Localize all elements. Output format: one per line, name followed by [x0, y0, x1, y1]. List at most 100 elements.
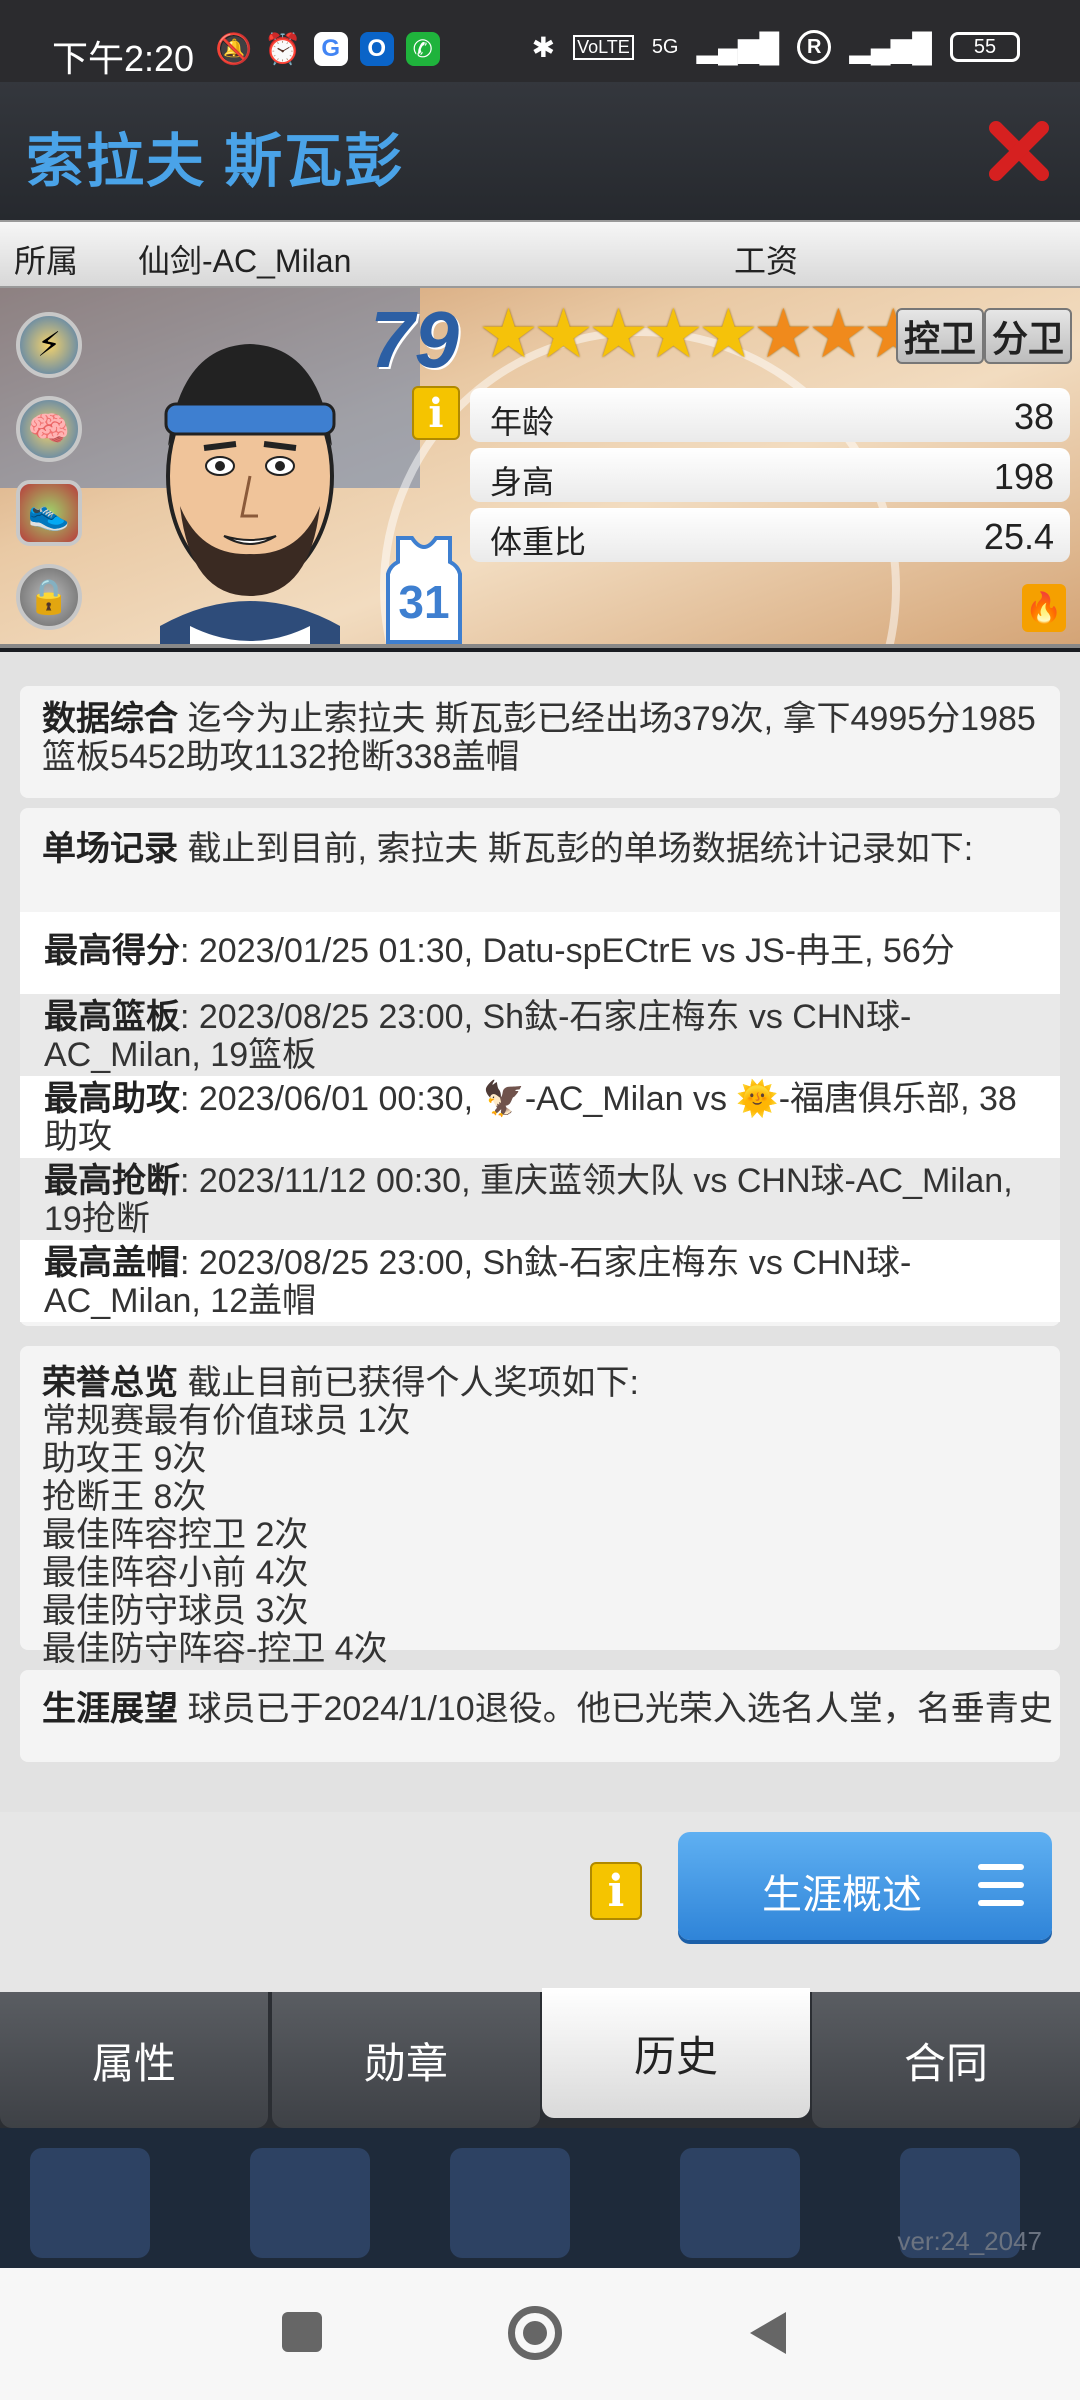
record-label: 最高助攻 [44, 1080, 180, 1118]
record-row: 最高盖帽: 2023/08/25 23:00, Sh鈦-石家庄梅东 vs CHN… [20, 1240, 1060, 1322]
star-icon: ★ [697, 296, 759, 372]
honor-item: 最佳防守球员 3次 [42, 1592, 309, 1630]
team-value: 仙剑-AC_Milan [138, 243, 352, 279]
player-avatar [160, 344, 340, 644]
version-label: ver:24_2047 [897, 2226, 1042, 2256]
honors-card: 荣誉总览 截止目前已获得个人奖项如下: 常规赛最有价值球员 1次 助攻王 9次 … [20, 1346, 1060, 1668]
stat-value: 198 [993, 456, 1054, 497]
google-icon: G [313, 32, 348, 66]
honors-header: 荣誉总览 截止目前已获得个人奖项如下: [42, 1364, 1038, 1402]
stat-age: 年龄 38 [470, 388, 1070, 442]
trophy-nav-icon [680, 2148, 800, 2258]
career-overview-button[interactable]: 生涯概述 [678, 1832, 1052, 1940]
star-potential-icon: ★ [807, 296, 869, 372]
mute-icon: 🔕 [215, 33, 253, 66]
record-row: 最高篮板: 2023/08/25 23:00, Sh鈦-石家庄梅东 vs CHN… [20, 994, 1060, 1076]
player-card: ⚡ 🧠 👟 🔒 79 ★ ★ ★ ★ ★ ★ ★ ★ 控卫 分卫 i 年龄 38… [0, 288, 1080, 648]
team-nav-icon [450, 2148, 570, 2258]
badge-brain-icon[interactable]: 🧠 [16, 396, 82, 462]
stat-value: 38 [1013, 396, 1054, 437]
honor-item: 助攻王 9次 [42, 1440, 207, 1478]
badge-locked-icon[interactable]: 🔒 [16, 564, 82, 630]
system-navigation-bar [0, 2268, 1080, 2400]
recents-icon[interactable] [282, 2312, 322, 2352]
record-text: : 2023/06/01 00:30, 🦅-AC_Milan vs 🌞-福唐俱乐… [44, 1080, 1017, 1156]
action-bar: i 生涯概述 [0, 1812, 1080, 1992]
stat-weight-ratio: 体重比 25.4 [470, 508, 1070, 562]
records-heading: 单场记录 [42, 830, 178, 868]
star-icon: ★ [587, 296, 649, 372]
star-icon: ★ [532, 296, 594, 372]
info-icon[interactable]: i [590, 1862, 642, 1920]
tab-medals[interactable]: 勋章 [272, 1992, 540, 2128]
stat-height: 身高 198 [470, 448, 1070, 502]
salary-label: 工资 [734, 243, 799, 279]
network-type: 5G [651, 35, 679, 58]
stat-value: 25.4 [983, 516, 1054, 557]
career-text: 球员已于2024/1/10退役。他已光荣入选名人堂，名垂青史 [178, 1690, 1053, 1728]
registered-icon: R [797, 30, 832, 64]
honor-item: 最佳防守阵容-控卫 4次 [42, 1630, 388, 1668]
stat-label: 年龄 [490, 404, 555, 440]
team-label: 所属 [14, 243, 79, 279]
tab-contract[interactable]: 合同 [812, 1992, 1080, 2128]
player-info-row: 所属 仙剑-AC_Milan 工资 [0, 220, 1080, 288]
notification-icons: 🔕 ⏰ G O ✆ [215, 32, 440, 67]
tab-history[interactable]: 历史 [542, 1988, 810, 2118]
summary-text: 迄今为止索拉夫 斯瓦彭已经出场379次, 拿下4995分1985篮板5452助攻… [42, 700, 1036, 776]
player-name-title: 索拉夫 斯瓦彭 [26, 129, 405, 194]
home-icon[interactable] [508, 2306, 562, 2360]
close-icon[interactable] [984, 116, 1054, 186]
record-text: : 2023/11/12 00:30, 重庆蓝领大队 vs CHN球-AC_Mi… [44, 1162, 1013, 1238]
alarm-icon: ⏰ [264, 33, 302, 66]
menu-icon [978, 1864, 1024, 1906]
record-label: 最高盖帽 [44, 1244, 180, 1282]
bluetooth-icon: ✱ [531, 31, 556, 63]
records-header: 单场记录 截止到目前, 索拉夫 斯瓦彭的单场数据统计记录如下: [42, 830, 973, 868]
star-icon: ★ [478, 296, 539, 372]
fire-icon[interactable]: 🔥 [1022, 584, 1066, 632]
career-outlook-card: 生涯展望 球员已于2024/1/10退役。他已光荣入选名人堂，名垂青史 [20, 1670, 1060, 1762]
history-content[interactable]: 数据综合 迄今为止索拉夫 斯瓦彭已经出场379次, 拿下4995分1985篮板5… [0, 652, 1080, 1812]
record-label: 最高篮板 [44, 998, 180, 1036]
stat-label: 体重比 [490, 524, 587, 560]
record-row: 最高得分: 2023/01/25 01:30, Datu-spECtrE vs … [20, 912, 1060, 994]
star-icon: ★ [642, 296, 704, 372]
battery-icon: 55 [950, 32, 1020, 62]
status-time: 下午2:20 [52, 38, 195, 79]
record-label: 最高得分 [44, 932, 180, 970]
volte-icon: VoLTE [573, 34, 634, 60]
title-bar: 索拉夫 斯瓦彭 [0, 82, 1080, 220]
record-text: : 2023/01/25 01:30, Datu-spECtrE vs JS-冉… [180, 932, 955, 970]
record-row: 最高助攻: 2023/06/01 00:30, 🦅-AC_Milan vs 🌞-… [20, 1076, 1060, 1158]
jersey-number: 31 [398, 576, 449, 628]
honors-intro: 截止目前已获得个人奖项如下: [178, 1364, 639, 1402]
records-intro: 截止到目前, 索拉夫 斯瓦彭的单场数据统计记录如下: [178, 830, 974, 868]
honor-item: 最佳阵容控卫 2次 [42, 1516, 309, 1554]
career-overview-label: 生涯概述 [762, 1873, 922, 1917]
record-row: 最高抢断: 2023/11/12 00:30, 重庆蓝领大队 vs CHN球-A… [20, 1158, 1060, 1240]
badge-lightning-icon[interactable]: ⚡ [16, 312, 82, 378]
info-icon[interactable]: i [412, 386, 460, 440]
star-potential-icon: ★ [752, 296, 814, 372]
outlook-icon: O [359, 32, 394, 66]
summary-card: 数据综合 迄今为止索拉夫 斯瓦彭已经出场379次, 拿下4995分1985篮板5… [20, 686, 1060, 798]
honor-item: 常规赛最有价值球员 1次 [42, 1402, 411, 1440]
back-icon[interactable] [744, 2308, 792, 2358]
badge-shoe-icon[interactable]: 👟 [16, 480, 82, 546]
honors-heading: 荣誉总览 [42, 1364, 178, 1402]
honor-item: 抢断王 8次 [42, 1478, 207, 1516]
records-card: 单场记录 截止到目前, 索拉夫 斯瓦彭的单场数据统计记录如下: 最高得分: 20… [20, 808, 1060, 1326]
tab-attributes[interactable]: 属性 [0, 1992, 268, 2128]
record-label: 最高抢断 [44, 1162, 180, 1200]
signal-icon: ▂▄▆█ [696, 31, 780, 63]
position-tag: 控卫 [896, 308, 985, 364]
honor-item: 最佳阵容小前 4次 [42, 1554, 309, 1592]
currency-nav-icon [250, 2148, 370, 2258]
signal-icon-2: ▂▄▆█ [849, 31, 932, 63]
position-tag: 分卫 [984, 308, 1073, 364]
background-game-nav: ver:24_2047 [0, 2128, 1080, 2268]
jersey-icon: 31 [386, 536, 462, 644]
stat-label: 身高 [490, 464, 555, 500]
overall-rating: 79 [370, 295, 459, 384]
